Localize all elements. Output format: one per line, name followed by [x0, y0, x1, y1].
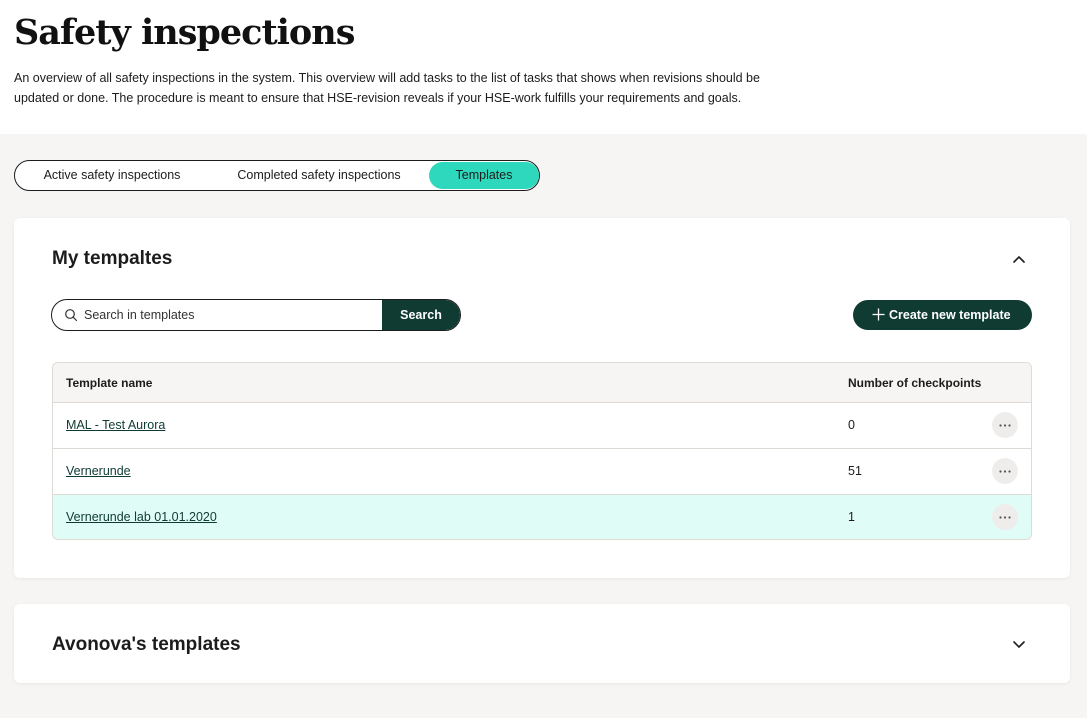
my-templates-panel: My tempaltes Search Create new template …: [14, 218, 1070, 578]
tab-active-inspections[interactable]: Active safety inspections: [23, 162, 201, 189]
page-header: Safety inspections An overview of all sa…: [0, 0, 1087, 134]
template-name-link[interactable]: Vernerunde lab 01.01.2020: [66, 510, 217, 524]
inspection-tabs: Active safety inspections Completed safe…: [14, 160, 540, 191]
tab-templates[interactable]: Templates: [429, 162, 539, 189]
avonova-templates-panel: Avonova's templates: [14, 604, 1070, 683]
create-new-template-button[interactable]: Create new template: [853, 300, 1032, 330]
row-more-button[interactable]: [992, 504, 1018, 530]
table-row: Vernerunde 51: [53, 449, 1031, 495]
table-row: MAL - Test Aurora 0: [53, 403, 1031, 449]
more-horizontal-icon: [999, 470, 1011, 473]
search-icon: [65, 309, 78, 322]
template-name-link[interactable]: MAL - Test Aurora: [66, 418, 165, 432]
plus-icon: [872, 308, 885, 321]
page-description: An overview of all safety inspections in…: [14, 71, 760, 105]
row-more-button[interactable]: [992, 458, 1018, 484]
create-new-template-label: Create new template: [889, 308, 1011, 322]
column-header-checkpoints: Number of checkpoints: [848, 376, 982, 390]
checkpoint-count: 1: [848, 510, 855, 524]
table-header: Template name Number of checkpoints: [53, 363, 1031, 403]
checkpoint-count: 51: [848, 464, 862, 478]
checkpoint-count: 0: [848, 418, 855, 432]
search-button[interactable]: Search: [382, 300, 460, 330]
search-input[interactable]: [84, 300, 382, 330]
row-more-button[interactable]: [992, 412, 1018, 438]
template-name-link[interactable]: Vernerunde: [66, 464, 131, 478]
avonova-templates-title: Avonova's templates: [52, 634, 241, 655]
chevron-up-icon[interactable]: [1008, 248, 1030, 270]
tab-completed-inspections[interactable]: Completed safety inspections: [215, 162, 423, 189]
template-search: Search: [51, 299, 461, 331]
column-header-template-name: Template name: [66, 376, 153, 390]
more-horizontal-icon: [999, 516, 1011, 519]
my-templates-title: My tempaltes: [52, 248, 173, 269]
page-title: Safety inspections: [14, 12, 355, 53]
templates-table: Template name Number of checkpoints MAL …: [52, 362, 1032, 540]
more-horizontal-icon: [999, 424, 1011, 427]
table-row-highlighted: Vernerunde lab 01.01.2020 1: [53, 495, 1031, 539]
chevron-down-icon[interactable]: [1008, 633, 1030, 655]
